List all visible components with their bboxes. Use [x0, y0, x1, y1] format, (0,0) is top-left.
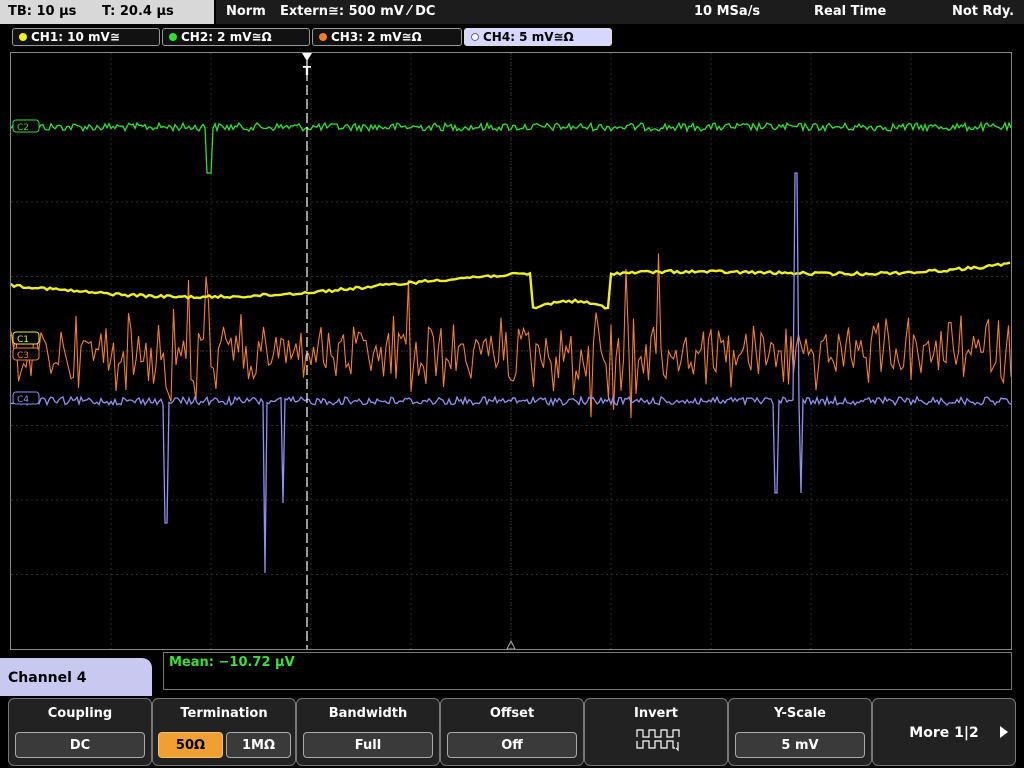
- trigger-mode: Norm: [226, 4, 266, 19]
- trigger-time-value: T: 20.4 µs: [102, 4, 174, 19]
- channel-1-marker[interactable]: C1: [12, 331, 40, 345]
- acquisition-mode: Real Time: [814, 4, 887, 19]
- channel-4-marker-label: C4: [17, 395, 29, 405]
- menu-title-label: Channel 4: [8, 670, 87, 686]
- waveform-display[interactable]: T C2 C1 C3 C4: [10, 52, 1012, 650]
- arrow-right-icon: [1000, 726, 1008, 738]
- channel-2-marker-label: C2: [17, 123, 29, 133]
- more-label: More 1|2: [909, 725, 979, 741]
- bandwidth-softkey[interactable]: Bandwidth Full: [296, 698, 440, 766]
- timebase-value: TB: 10 µs: [8, 4, 77, 19]
- termination-1m-ohm[interactable]: 1MΩ: [226, 732, 291, 758]
- channel-2-marker[interactable]: C2: [12, 119, 40, 133]
- offset-value[interactable]: Off: [447, 732, 577, 758]
- offset-softkey[interactable]: Offset Off: [440, 698, 584, 766]
- channel-4-label: CH4: 5 mV≅Ω: [483, 30, 574, 44]
- y-scale-title: Y-Scale: [773, 706, 826, 721]
- tab-channel-3[interactable]: CH3: 2 mV≅Ω: [312, 28, 462, 46]
- coupling-title: Coupling: [47, 706, 113, 721]
- graticule: [11, 53, 1011, 649]
- invert-waveform-icon: [636, 729, 680, 752]
- channel-3-dot-icon: [319, 33, 327, 41]
- tab-channel-2[interactable]: CH2: 2 mV≅Ω: [162, 28, 310, 46]
- tab-channel-4[interactable]: CH4: 5 mV≅Ω: [464, 28, 612, 46]
- timebase-panel[interactable]: TB: 10 µs T: 20.4 µs: [0, 0, 214, 24]
- termination-title: Termination: [180, 706, 268, 721]
- channel-2-dot-icon: [169, 33, 177, 41]
- bandwidth-title: Bandwidth: [328, 706, 408, 721]
- channel-1-dot-icon: [19, 33, 27, 41]
- y-scale-softkey[interactable]: Y-Scale 5 mV: [728, 698, 872, 766]
- invert-softkey[interactable]: Invert: [584, 698, 728, 766]
- sample-rate: 10 MSa/s: [694, 4, 761, 19]
- y-scale-value[interactable]: 5 mV: [735, 732, 865, 758]
- bandwidth-value[interactable]: Full: [303, 732, 433, 758]
- more-softkey[interactable]: More 1|2: [872, 698, 1016, 766]
- offset-title: Offset: [489, 706, 535, 721]
- channel-3-label: CH3: 2 mV≅Ω: [331, 30, 422, 44]
- channel-2-label: CH2: 2 mV≅Ω: [181, 30, 272, 44]
- mean-measurement: Mean: −10.72 µV: [169, 655, 295, 670]
- channel-1-marker-label: C1: [17, 335, 29, 345]
- tab-channel-1[interactable]: CH1: 10 mV≅: [12, 28, 160, 46]
- channel-4-dot-icon: [471, 33, 479, 41]
- trigger-label: T: [303, 64, 312, 78]
- invert-title: Invert: [633, 706, 678, 721]
- coupling-softkey[interactable]: Coupling DC: [8, 698, 152, 766]
- channel-3-marker-label: C3: [17, 351, 29, 361]
- trigger-source: Extern≅: 500 mV ⁄ DC: [280, 4, 436, 19]
- menu-title: Channel 4: [0, 658, 152, 698]
- termination-50-ohm[interactable]: 50Ω: [158, 732, 223, 758]
- termination-softkey[interactable]: Termination 50Ω 1MΩ: [152, 698, 296, 766]
- channel-4-marker[interactable]: C4: [12, 391, 40, 405]
- channel-1-label: CH1: 10 mV≅: [31, 30, 120, 44]
- acquisition-panel[interactable]: Norm Extern≅: 500 mV ⁄ DC 10 MSa/s Real …: [216, 0, 1024, 24]
- coupling-value[interactable]: DC: [15, 732, 145, 758]
- channel-3-marker[interactable]: C3: [12, 347, 40, 361]
- acquisition-state: Not Rdy.: [952, 4, 1015, 19]
- waveform-svg: T C2 C1 C3 C4: [11, 53, 1011, 649]
